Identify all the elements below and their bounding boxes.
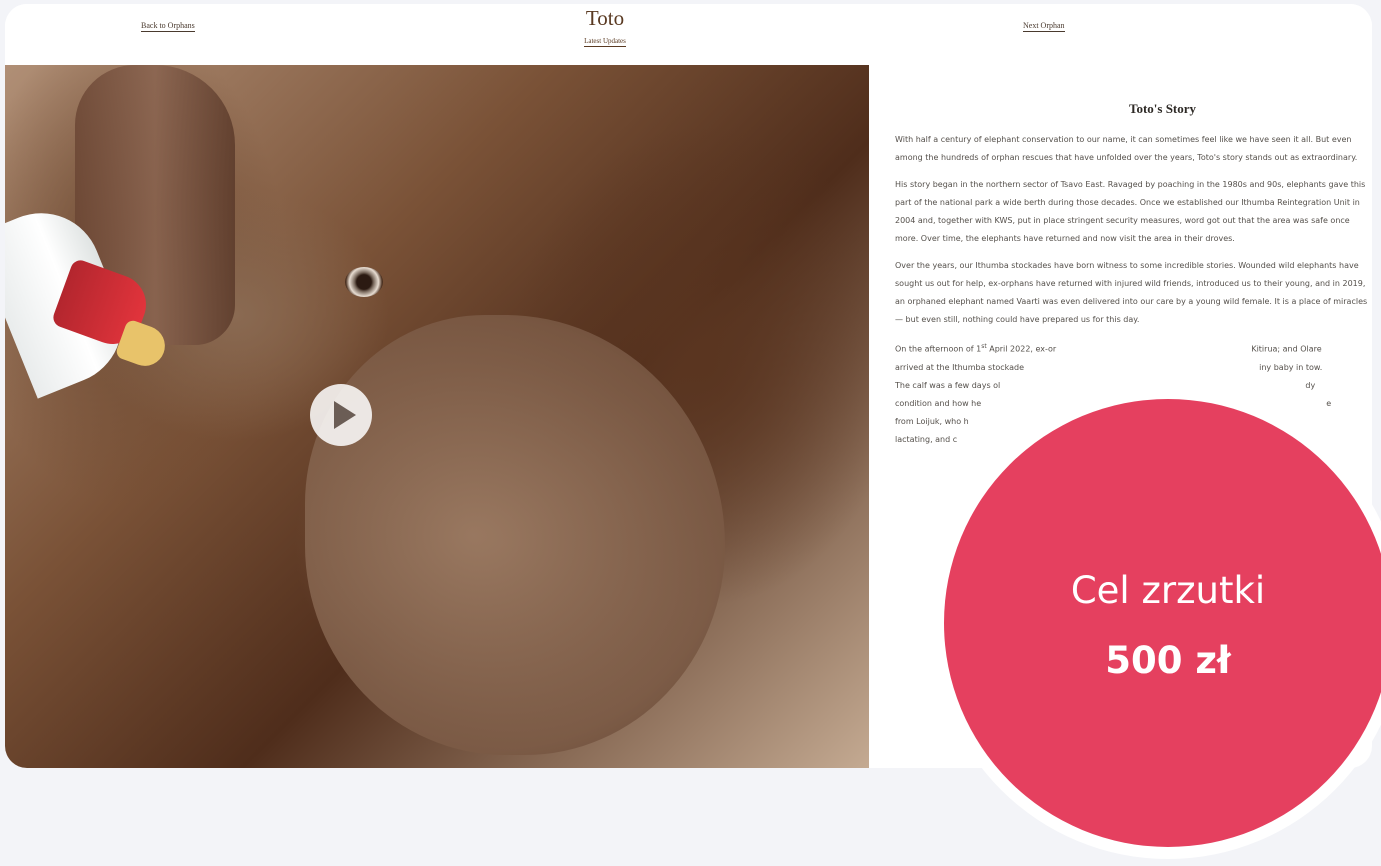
play-video-button[interactable] [310,384,372,446]
story-paragraph: With half a century of elephant conserva… [895,135,1358,162]
page-title: Toto [585,6,625,30]
elephant-eye [345,267,383,297]
elephant-photo[interactable] [5,65,869,768]
next-orphan-link[interactable]: Next Orphan [1023,21,1065,32]
goal-amount: 500 zł [1105,639,1231,682]
story-paragraph: His story began in the northern sector o… [895,180,1366,243]
elephant-ear [305,315,725,755]
play-icon [334,401,356,429]
back-to-orphans-link[interactable]: Back to Orphans [141,21,195,32]
latest-updates-link[interactable]: Latest Updates [584,37,626,47]
goal-label: Cel zrzutki [1070,569,1266,612]
latest-updates-wrapper: Latest Updates [573,37,637,47]
story-paragraph: Over the years, our Ithumba stockades ha… [895,261,1368,324]
story-heading: Toto's Story [1128,101,1197,116]
top-navigation: Back to Orphans Toto Latest Updates Next… [5,4,1372,65]
fundraiser-goal-badge: Cel zrzutki 500 zł [944,399,1381,847]
